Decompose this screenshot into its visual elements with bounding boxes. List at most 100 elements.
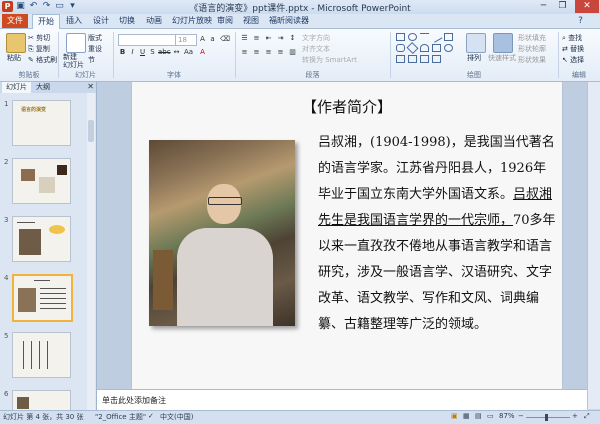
tab-review[interactable]: 审阅 [212,14,238,28]
new-slide-icon[interactable] [66,33,86,53]
copy-button[interactable]: ⎘ 复制 [28,44,50,54]
justify-icon[interactable]: ≡ [276,48,285,57]
shadow-icon[interactable]: S [148,48,157,57]
spellcheck-icon[interactable]: ✓ [148,412,154,420]
slide-thumbnail-2[interactable] [12,158,71,204]
slide-thumbnail-4[interactable] [12,274,73,322]
find-button[interactable]: ⌕ 查找 [562,33,582,43]
brace-shape-icon[interactable] [408,55,417,63]
diamond-shape-icon[interactable] [406,41,419,55]
textbox-shape-icon[interactable] [444,33,453,41]
close-pane-icon[interactable]: ✕ [87,82,94,91]
zoom-out-icon[interactable]: − [518,412,524,420]
increase-indent-icon[interactable]: ⇥ [276,34,285,43]
arrange-icon[interactable] [466,33,486,53]
maximize-button[interactable]: ❐ [554,0,571,13]
quick-styles-icon[interactable] [493,33,513,53]
notes-placeholder[interactable]: 单击此处添加备注 [102,395,166,406]
italic-icon[interactable]: I [128,48,137,57]
tab-slides-pane[interactable]: 幻灯片 [2,82,31,93]
star-shape-icon[interactable] [396,55,405,63]
tab-home[interactable]: 开始 [32,14,60,29]
section-button[interactable]: 节 [88,55,95,65]
zoom-slider-handle[interactable] [545,414,548,421]
oval-shape-icon[interactable] [408,33,417,41]
reset-button[interactable]: 重设 [88,44,102,54]
arrange-button[interactable]: 排列 [467,53,481,63]
paste-icon[interactable] [6,33,26,53]
tab-design[interactable]: 设计 [88,14,114,28]
smartart-button[interactable]: 转换为 SmartArt [302,55,357,65]
help-icon[interactable]: ? [575,16,586,27]
columns-icon[interactable]: ▥ [288,48,297,57]
decrease-indent-icon[interactable]: ⇤ [264,34,273,43]
minimize-button[interactable]: ─ [535,0,552,13]
select-button[interactable]: ↖ 选择 [562,55,584,65]
font-color-icon[interactable]: A [198,48,207,57]
vertical-scrollbar[interactable] [587,82,600,409]
font-family-dropdown[interactable] [118,34,176,46]
strikethrough-icon[interactable]: abc [158,48,171,57]
author-photo[interactable] [149,140,295,326]
fit-to-window-icon[interactable]: ⤢ [584,412,590,421]
shape-fill-button[interactable]: 形状填充 [518,33,546,43]
slide-thumbnail-5[interactable] [12,332,71,378]
replace-button[interactable]: ⇄ 替换 [562,44,584,54]
slide-thumbnail-1[interactable]: 语言的演变 [12,100,71,146]
bullets-icon[interactable]: ☰ [240,34,249,43]
align-left-icon[interactable]: ≡ [240,48,249,57]
shape-effects-button[interactable]: 形状效果 [518,55,546,65]
current-slide[interactable]: 【作者简介】 吕叔湘，(1904-1998)，是我国当代著名的语言学家。江苏省丹… [131,82,563,389]
callout-shape-icon[interactable] [432,44,441,52]
smiley-shape-icon[interactable] [444,44,453,52]
zoom-level[interactable]: 87% [499,412,515,420]
zoom-in-icon[interactable]: + [572,412,578,420]
slides-panel-scroll-thumb[interactable] [88,120,94,142]
align-right-icon[interactable]: ≡ [264,48,273,57]
slide-sorter-icon[interactable]: ▦ [463,412,470,420]
zoom-slider[interactable] [526,417,570,418]
tab-outline-pane[interactable]: 大纲 [32,82,54,93]
text-direction-button[interactable]: 文字方向 [302,33,330,43]
new-slide-button[interactable]: 新建 幻灯片 [63,53,84,69]
align-text-button[interactable]: 对齐文本 [302,44,330,54]
tab-slideshow[interactable]: 幻灯片放映 [167,14,217,28]
grow-font-icon[interactable]: A [198,35,207,44]
format-painter-button[interactable]: ✎ 格式刷 [28,55,57,65]
tab-view[interactable]: 视图 [238,14,264,28]
reading-view-icon[interactable]: ▤ [475,412,482,420]
language-indicator[interactable]: 中文(中国) [160,412,193,422]
clear-format-icon[interactable]: ⌫ [220,35,230,44]
more-shapes-icon[interactable] [432,55,441,63]
slide-body-text[interactable]: 吕叔湘，(1904-1998)，是我国当代著名的语言学家。江苏省丹阳县人，192… [318,130,558,338]
tab-animations[interactable]: 动画 [141,14,167,28]
cut-button[interactable]: ✂ 剪切 [28,33,50,43]
char-spacing-icon[interactable]: ↔ [172,48,181,57]
line-spacing-icon[interactable]: ↕ [288,34,297,43]
shape-outline-button[interactable]: 形状轮廓 [518,44,546,54]
paste-button[interactable]: 粘贴 [7,53,21,63]
rectangle-shape-icon[interactable] [396,33,405,41]
layout-button[interactable]: 版式 [88,33,102,43]
tab-transitions[interactable]: 切换 [114,14,140,28]
tab-insert[interactable]: 插入 [61,14,87,28]
tab-foxit[interactable]: 福昕阅读器 [264,14,314,28]
notes-pane[interactable]: 单击此处添加备注 [97,389,587,410]
bold-icon[interactable]: B [118,48,127,57]
tab-file[interactable]: 文件 [2,14,28,28]
normal-view-icon[interactable]: ▣ [451,412,458,420]
font-size-dropdown[interactable]: 18 [175,34,197,46]
slide-heading[interactable]: 【作者简介】 [132,96,562,117]
theme-name[interactable]: "2_Office 主题" [95,412,146,422]
line-shape-icon[interactable] [420,33,429,41]
underline-icon[interactable]: U [138,48,147,57]
slide-thumbnail-3[interactable] [12,216,71,262]
slide-thumbnail-6[interactable] [12,390,71,412]
change-case-icon[interactable]: Aa [184,48,193,57]
shrink-font-icon[interactable]: a [208,35,217,44]
rounded-rect-shape-icon[interactable] [396,44,405,52]
arrow-shape-icon[interactable] [430,31,443,43]
align-center-icon[interactable]: ≡ [252,48,261,57]
close-button[interactable]: ✕ [575,0,599,13]
quick-styles-button[interactable]: 快速样式 [488,53,516,63]
